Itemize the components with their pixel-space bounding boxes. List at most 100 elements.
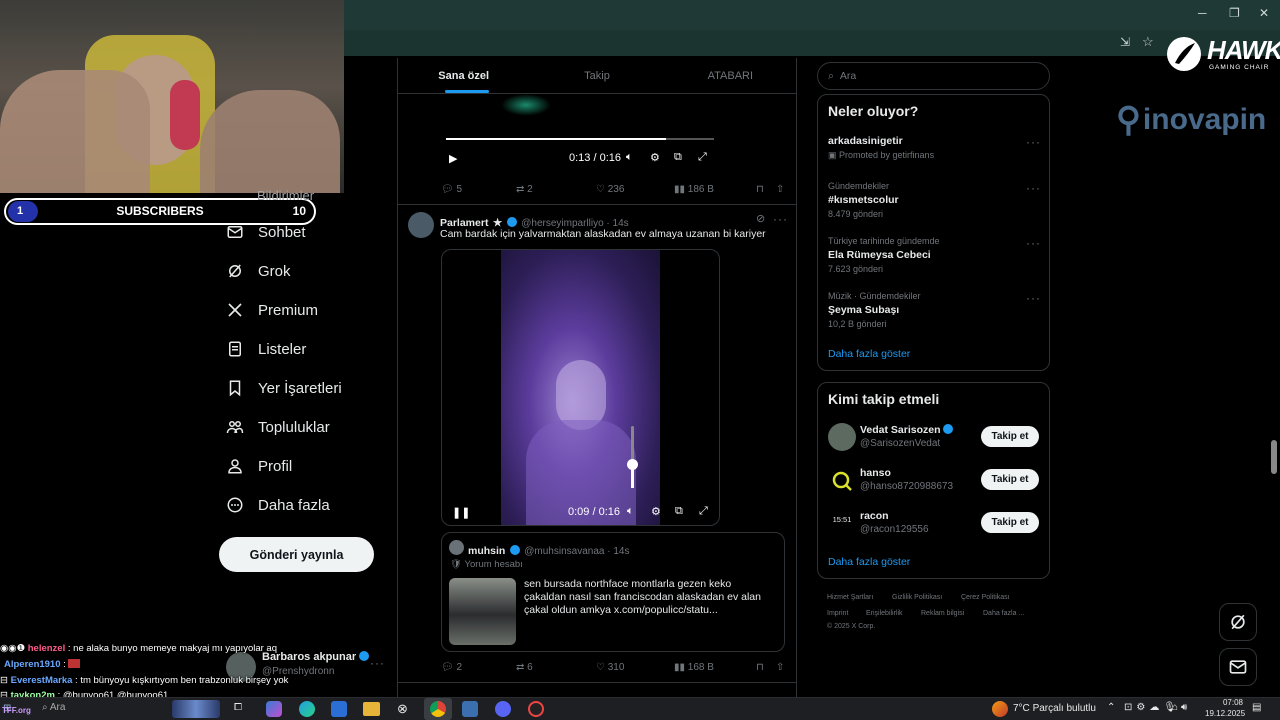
pip-icon[interactable]: ⧉ <box>675 505 683 518</box>
notification-icon[interactable]: ▤ <box>1252 702 1261 713</box>
reply-button[interactable]: 💬︎ 2 <box>441 662 516 673</box>
nav-item-notifications-partial[interactable]: Bildirimler <box>257 188 314 203</box>
chat-message: ⊟ EverestMarka : tm bünyoyu kışkırtıyom … <box>0 675 289 686</box>
share-icon[interactable]: ⇧ <box>776 184 784 195</box>
nav-item-more[interactable]: Daha fazla <box>226 486 330 524</box>
app-icon[interactable] <box>462 701 478 717</box>
footer-link[interactable]: Reklam bilgisi <box>921 610 964 617</box>
bookmark-post-icon[interactable]: ⊓ <box>756 662 776 673</box>
trend-item[interactable]: Müzik · Gündemdekiler Şeyma Subaşı 10,2 … <box>828 291 921 329</box>
views-count[interactable]: ▮▮ 168 B <box>674 662 756 673</box>
xbox-icon[interactable]: ⊗ <box>397 701 408 717</box>
fullscreen-icon[interactable]: ⤢ <box>698 151 707 164</box>
follow-button[interactable]: Takip et <box>981 469 1039 490</box>
reply-button[interactable]: 💬︎ 5 <box>441 184 516 195</box>
follow-avatar[interactable]: 15:51 <box>828 515 856 524</box>
file-explorer-icon[interactable] <box>363 702 380 716</box>
tab-atabari[interactable]: ATABARI <box>664 58 797 93</box>
trend-more-icon[interactable]: ··· <box>1026 181 1041 195</box>
tff-overlay-text: TFF.org <box>2 706 31 715</box>
follow-avatar[interactable] <box>830 469 854 493</box>
account-more-icon[interactable]: ··· <box>370 656 385 670</box>
tab-following[interactable]: Takip <box>530 58 663 93</box>
nav-item-bookmarks[interactable]: Yer İşaretleri <box>226 369 342 407</box>
clock[interactable]: 07:08 19.12.2025 <box>1205 697 1245 719</box>
quote-image[interactable] <box>449 578 516 645</box>
chrome-taskbar-button[interactable] <box>424 698 452 720</box>
trend-item[interactable]: arkadasinigetir ▣ Promoted by getirfinan… <box>828 135 934 161</box>
footer-link[interactable]: Çerez Politikası <box>961 594 1010 601</box>
like-button[interactable]: ♡ 236 <box>596 184 674 195</box>
footer-link[interactable]: Gizlilik Politikası <box>892 594 942 601</box>
obs-icon[interactable] <box>528 701 544 717</box>
follow-show-more-link[interactable]: Daha fazla göster <box>828 556 910 568</box>
nav-item-messages[interactable]: Sohbet <box>226 213 306 251</box>
settings-icon[interactable]: ⚙ <box>651 505 661 518</box>
search-input[interactable]: ⌕ Ara <box>817 62 1050 90</box>
copilot-icon[interactable] <box>266 701 282 717</box>
minimize-icon[interactable]: ─ <box>1198 6 1207 20</box>
grok-explain-icon[interactable]: ⊘ <box>756 212 765 225</box>
outlook-icon[interactable] <box>331 701 347 717</box>
restore-icon[interactable]: ❐ <box>1229 6 1240 20</box>
trend-item[interactable]: Gündemdekiler #kısmetscolur 8.479 gönder… <box>828 181 899 219</box>
nav-item-profile[interactable]: Profil <box>226 447 292 485</box>
follow-user[interactable]: Vedat Sarisozen @SarisozenVedat <box>860 424 954 449</box>
nav-item-premium[interactable]: Premium <box>226 291 318 329</box>
account-name[interactable]: Barbaros akpunar <box>262 651 370 663</box>
network-volume-icons[interactable]: ⌂🔊︎ <box>1172 702 1190 713</box>
footer-link[interactable]: Imprint <box>827 610 848 617</box>
nav-item-grok[interactable]: Grok <box>226 252 291 290</box>
messages-float-button[interactable] <box>1219 648 1257 686</box>
nav-item-communities[interactable]: Topluluklar <box>226 408 330 446</box>
footer-link[interactable]: Hizmet Şartları <box>827 594 873 601</box>
nav-item-lists[interactable]: Listeler <box>226 330 306 368</box>
bookmark-post-icon[interactable]: ⊓ <box>756 184 776 195</box>
fullscreen-icon[interactable]: ⤢ <box>699 505 708 518</box>
trend-more-icon[interactable]: ··· <box>1026 291 1041 305</box>
repost-button[interactable]: ⇄ 6 <box>516 662 596 673</box>
footer-link[interactable]: Daha fazla ... <box>983 610 1024 617</box>
task-view-icon[interactable]: ⧠ <box>234 702 242 713</box>
volume-icon[interactable]: 🔈︎ <box>626 151 633 164</box>
volume-icon[interactable]: 🔈︎ <box>627 505 634 518</box>
settings-icon[interactable]: ⚙ <box>650 151 660 164</box>
taskbar-search[interactable]: ⌕ Ara <box>42 702 65 713</box>
footer-link[interactable]: Erişilebilirlik <box>866 610 903 617</box>
play-icon[interactable]: ▶ <box>449 152 457 165</box>
grok-float-button[interactable] <box>1219 603 1257 641</box>
like-button[interactable]: ♡ 310 <box>596 662 674 673</box>
weather-widget[interactable]: 7°C Parçalı bulutlu <box>1013 703 1096 714</box>
video-player-2[interactable]: ❚❚ 0:09 / 0:16 🔈︎ ⚙ ⧉ ⤢ <box>441 249 720 526</box>
post-more-icon[interactable]: ··· <box>773 212 788 226</box>
pause-icon[interactable]: ❚❚ <box>452 506 470 519</box>
follow-user[interactable]: hanso @hanso8720988673 <box>860 467 953 492</box>
pip-icon[interactable]: ⧉ <box>674 151 682 164</box>
quoted-post[interactable]: muhsin @muhsinsavanaa · 14s 🛡︎ Yorum hes… <box>441 532 785 652</box>
close-icon[interactable]: ✕ <box>1259 6 1269 20</box>
follow-avatar[interactable] <box>828 423 856 451</box>
follow-button[interactable]: Takip et <box>981 512 1039 533</box>
volume-slider-handle[interactable] <box>627 459 638 470</box>
chevron-up-icon[interactable]: ⌃ <box>1107 702 1115 713</box>
repost-button[interactable]: ⇄ 2 <box>516 184 596 195</box>
trend-more-icon[interactable]: ··· <box>1026 236 1041 250</box>
share-icon[interactable]: ⇧ <box>776 662 784 673</box>
browser-toolbar <box>344 30 1280 56</box>
trend-more-icon[interactable]: ··· <box>1026 135 1041 149</box>
nav-label: Yer İşaretleri <box>258 379 342 397</box>
follow-user[interactable]: racon @racon129556 <box>860 510 929 535</box>
trends-show-more-link[interactable]: Daha fazla göster <box>828 348 910 360</box>
edge-icon[interactable] <box>299 701 315 717</box>
post-author-avatar[interactable] <box>408 212 434 238</box>
discord-icon[interactable] <box>495 701 511 717</box>
post-button[interactable]: Gönderi yayınla <box>219 537 374 572</box>
install-app-icon[interactable]: ⇲ <box>1120 35 1130 49</box>
views-count[interactable]: ▮▮ 186 B <box>674 184 756 195</box>
page-scrollbar[interactable] <box>1271 440 1277 474</box>
tab-for-you[interactable]: Sana özel <box>397 58 530 93</box>
trend-item[interactable]: Türkiye tarihinde gündemde Ela Rümeysa C… <box>828 236 940 274</box>
video-player-1[interactable]: ▶ 0:13 / 0:16 🔈︎ ⚙ ⧉ ⤢ <box>441 94 720 174</box>
bookmark-star-icon[interactable]: ☆ <box>1142 34 1154 50</box>
follow-button[interactable]: Takip et <box>981 426 1039 447</box>
